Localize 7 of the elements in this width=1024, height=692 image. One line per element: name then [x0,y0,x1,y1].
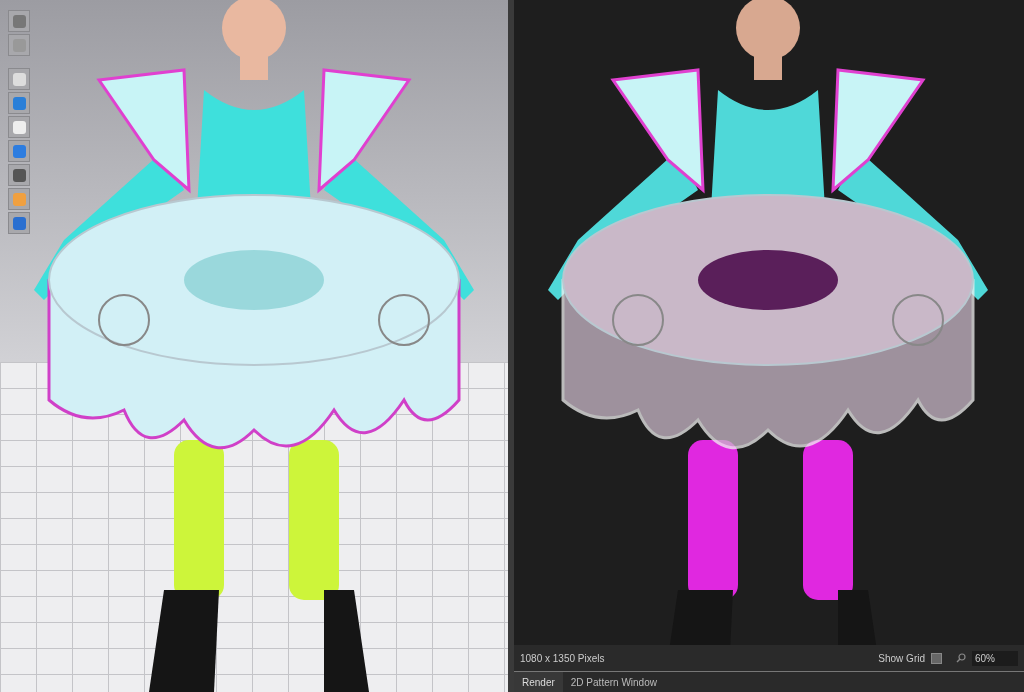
show-grid-checkbox[interactable] [931,652,942,664]
panel-tab[interactable]: Render [514,672,563,692]
show-grid-label: Show Grid [878,652,925,664]
search-icon [956,653,966,663]
panel-tab[interactable]: 2D Pattern Window [562,672,665,692]
image-size-label: 1080 x 1350 Pixels [520,652,605,664]
zoom-field[interactable]: 60% [972,650,1018,666]
